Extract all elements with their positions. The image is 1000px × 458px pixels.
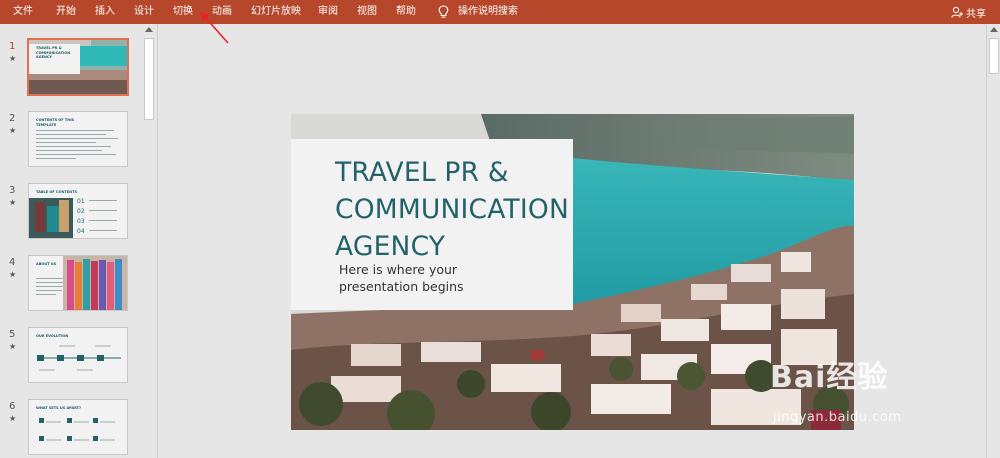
text-line: [36, 150, 102, 151]
thumbnail-photo: [29, 198, 73, 238]
menu-view[interactable]: 视图: [357, 0, 377, 24]
menu-design[interactable]: 设计: [134, 0, 154, 24]
thumbnail-title: TABLE OF CONTENTS: [36, 190, 78, 194]
scroll-up-arrow-icon[interactable]: [990, 27, 998, 32]
slide-thumbnail-2[interactable]: CONTENTS OF THIS TEMPLATE: [28, 111, 128, 167]
slide-thumbnail-1[interactable]: TRAVEL PR & COMMUNICATION AGENCY: [27, 38, 129, 96]
thumbnail-row[interactable]: 6 ★ WHAT SETS US APART?: [0, 399, 140, 458]
thumbnail-scrollbar[interactable]: [142, 24, 156, 458]
transition-star-icon: ★: [9, 54, 17, 63]
toc-number: 03: [77, 218, 85, 225]
share-button[interactable]: 共享: [951, 0, 986, 24]
pane-divider[interactable]: [157, 24, 158, 458]
scroll-up-arrow-icon[interactable]: [145, 27, 153, 32]
ribbon-menu-bar: 文件 开始 插入 设计 切换 动画 幻灯片放映 审阅 视图 帮助 操作说明搜索 …: [0, 0, 1000, 24]
text-line: [36, 158, 76, 159]
toc-number: 01: [77, 198, 85, 205]
text-line: [36, 278, 66, 279]
annotation-arrow-icon: [200, 12, 229, 44]
menu-file[interactable]: 文件: [13, 0, 33, 24]
thumbnail-row[interactable]: 2 ★ CONTENTS OF THIS TEMPLATE: [0, 111, 140, 171]
transition-star-icon: ★: [9, 342, 17, 351]
thumbnail-photo: [63, 256, 127, 310]
thumbnail-title: TRAVEL PR & COMMUNICATION AGENCY: [36, 46, 71, 59]
feature-grid-graphic: [39, 418, 115, 441]
transition-star-icon: ★: [9, 414, 17, 423]
main-vertical-scrollbar[interactable]: [986, 24, 1000, 458]
timeline-graphic: [37, 345, 121, 371]
lightbulb-icon[interactable]: [438, 5, 449, 19]
toc-number: 04: [77, 228, 85, 235]
slide-thumbnail-5[interactable]: OUR EVOLUTION: [28, 327, 128, 383]
title-text-box[interactable]: TRAVEL PR & COMMUNICATION AGENCY Here is…: [291, 139, 573, 310]
slide-subtitle[interactable]: Here is where your presentation begins: [339, 261, 539, 295]
text-line: [89, 230, 117, 231]
slide-number: 6: [9, 401, 16, 412]
transition-star-icon: ★: [9, 126, 17, 135]
menu-slideshow[interactable]: 幻灯片放映: [251, 0, 301, 24]
menu-help[interactable]: 帮助: [396, 0, 416, 24]
text-line: [36, 134, 106, 135]
text-line: [36, 290, 62, 291]
menu-insert[interactable]: 插入: [95, 0, 115, 24]
slide-number: 2: [9, 113, 16, 124]
scrollbar-thumb[interactable]: [144, 38, 154, 120]
slide-number: 5: [9, 329, 16, 340]
thumbnail-row[interactable]: 5 ★ OUR EVOLUTION: [0, 327, 140, 387]
text-line: [36, 146, 111, 147]
menu-home[interactable]: 开始: [56, 0, 76, 24]
thumbnail-row[interactable]: 1 ★ TRAVEL PR & COMMUNICATION AGENCY: [0, 38, 140, 99]
text-line: [36, 138, 118, 139]
thumbnail-title: CONTENTS OF THIS TEMPLATE: [36, 118, 75, 127]
text-line: [36, 154, 116, 155]
text-line: [36, 286, 66, 287]
scrollbar-thumb[interactable]: [989, 38, 999, 74]
transition-star-icon: ★: [9, 270, 17, 279]
slide-thumbnail-6[interactable]: WHAT SETS US APART?: [28, 399, 128, 455]
menu-review[interactable]: 审阅: [318, 0, 338, 24]
text-line: [36, 130, 114, 131]
menu-transitions[interactable]: 切换: [173, 0, 193, 24]
person-icon: [951, 6, 963, 18]
text-line: [89, 210, 117, 211]
slide-number: 3: [9, 185, 16, 196]
slide-thumbnail-3[interactable]: TABLE OF CONTENTS 01 02 03 04: [28, 183, 128, 239]
watermark-url: jingyan.baidu.com: [773, 410, 902, 425]
slide-number: 1: [9, 41, 16, 52]
thumbnail-row[interactable]: 4 ★ ABOUT US: [0, 255, 140, 315]
tell-me-search[interactable]: 操作说明搜索: [458, 0, 518, 24]
thumbnail-row[interactable]: 3 ★ TABLE OF CONTENTS 01 02 03 04: [0, 183, 140, 243]
text-line: [36, 282, 64, 283]
watermark-logo-text: Bai经验: [770, 360, 889, 395]
transition-star-icon: ★: [9, 198, 17, 207]
slide-number: 4: [9, 257, 16, 268]
text-line: [36, 294, 56, 295]
toc-number: 02: [77, 208, 85, 215]
share-label: 共享: [966, 8, 986, 20]
text-line: [89, 220, 117, 221]
text-line: [36, 142, 96, 143]
text-line: [89, 200, 117, 201]
slide-thumbnail-pane: 1 ★ TRAVEL PR & COMMUNICATION AGENCY 2 ★…: [0, 24, 158, 458]
slide-thumbnail-4[interactable]: ABOUT US: [28, 255, 128, 311]
thumbnail-title: ABOUT US: [36, 262, 57, 266]
baidu-watermark: Bai经验 jingyan.baidu.com: [770, 352, 980, 432]
slide-title[interactable]: TRAVEL PR & COMMUNICATION AGENCY: [335, 154, 575, 265]
